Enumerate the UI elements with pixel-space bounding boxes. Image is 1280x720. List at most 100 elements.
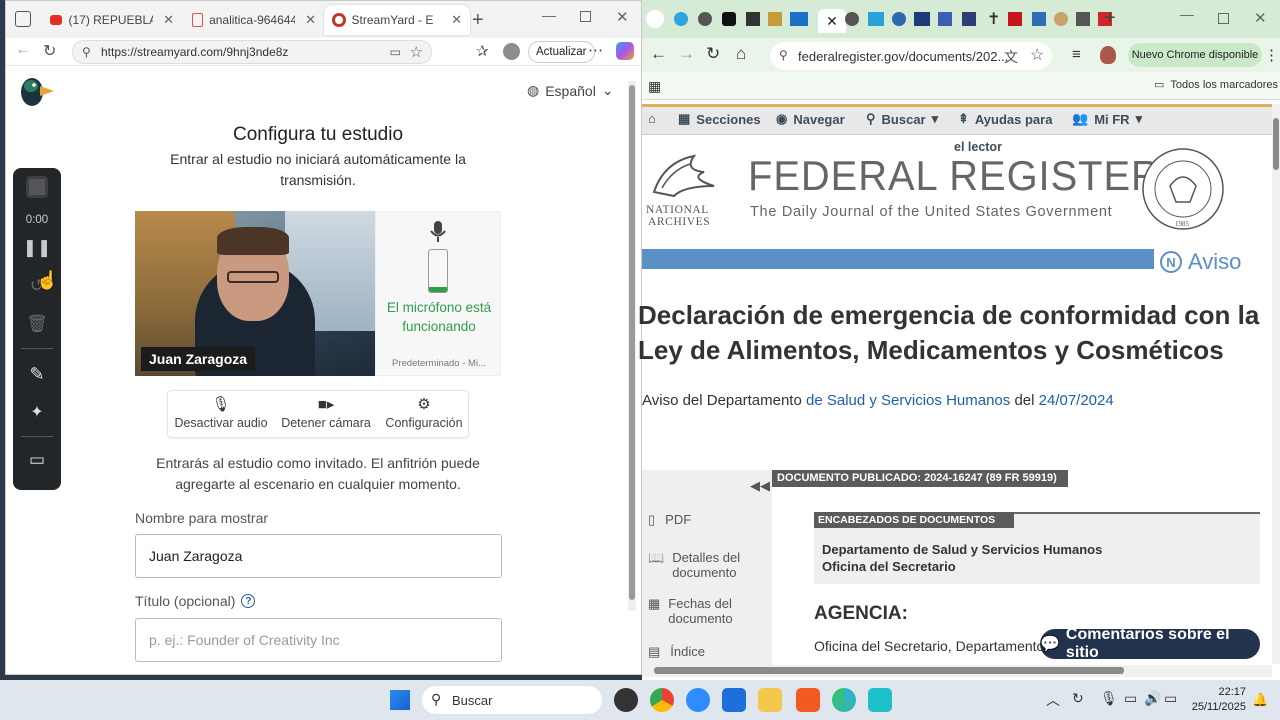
copilot-icon[interactable] — [616, 42, 634, 60]
update-button[interactable]: Actualizar — [528, 41, 595, 63]
cast-icon[interactable]: ▭ — [390, 45, 401, 59]
feedback-button[interactable]: 💬 Comentarios sobre el sitio — [1040, 626, 1260, 661]
microphone-icon[interactable]: 🎙 — [1100, 690, 1118, 707]
tab-icon[interactable] — [938, 12, 952, 26]
back-icon[interactable]: ← — [15, 41, 31, 59]
star-icon[interactable]: ☆ — [1030, 45, 1044, 65]
tab-icon[interactable] — [914, 12, 930, 26]
reload-icon[interactable]: ↻ — [43, 41, 56, 61]
tab-favicon-icon[interactable] — [646, 10, 664, 28]
close-icon[interactable]: ✕ — [305, 12, 316, 28]
pen-icon[interactable]: ✎ — [13, 364, 61, 385]
apps-grid-icon[interactable]: ▦ — [648, 78, 661, 95]
window-close-icon[interactable]: ✕ — [1254, 9, 1267, 27]
notification-bell-icon[interactable]: 🔔 — [1252, 692, 1268, 708]
tab-icon[interactable] — [790, 12, 808, 26]
tab-icon[interactable] — [1076, 12, 1090, 26]
close-icon[interactable]: ✕ — [451, 12, 462, 28]
tab-icon[interactable] — [1054, 12, 1068, 26]
help-icon[interactable]: ? — [241, 594, 256, 608]
home-icon[interactable]: ⌂ — [736, 44, 746, 64]
nav-navegar[interactable]: ◉ Navegar — [776, 111, 845, 127]
settings-button[interactable]: ⚙ Configuración — [382, 394, 466, 430]
mute-button[interactable]: 🎙 Desactivar audio — [174, 394, 268, 430]
new-tab-icon[interactable]: + — [472, 9, 484, 32]
tab-icon[interactable] — [768, 12, 782, 26]
all-bookmarks[interactable]: ▭ Todos los marcadores — [1154, 78, 1278, 92]
tab-icon[interactable] — [746, 12, 760, 26]
language-selector[interactable]: ◍ Español ⌄ — [527, 82, 614, 99]
home-icon[interactable]: ⌂ — [648, 111, 656, 126]
windows-start-icon[interactable] — [390, 690, 410, 710]
display-name-input[interactable]: Juan Zaragoza — [135, 534, 502, 578]
star-icon[interactable]: ☆ — [410, 43, 423, 61]
tab-actions-icon[interactable] — [15, 11, 31, 27]
tab-icon[interactable] — [892, 12, 906, 26]
chevron-up-icon[interactable]: ︿ — [1046, 690, 1060, 710]
trash-icon[interactable]: 🗑 — [13, 314, 61, 334]
nav-secciones[interactable]: ▦ Secciones — [678, 111, 761, 127]
stop-camera-button[interactable]: ■▸ Detener cámara — [280, 394, 372, 430]
minimize-icon[interactable]: — — [1180, 6, 1194, 22]
telegram-icon[interactable] — [674, 12, 688, 26]
sidebar-pdf[interactable]: ▯ PDF — [648, 512, 691, 528]
taskbar-search[interactable]: ⚲ Buscar — [422, 686, 602, 714]
tab-icon[interactable] — [1032, 12, 1046, 26]
vertical-scrollbar[interactable] — [1272, 104, 1280, 664]
close-icon[interactable]: ✕ — [163, 12, 174, 28]
clock-time[interactable]: 22:17 — [1196, 686, 1246, 698]
network-icon[interactable]: ▭ — [1124, 690, 1137, 707]
chrome-icon[interactable] — [650, 688, 674, 712]
minimize-icon[interactable]: — — [542, 7, 556, 23]
volume-icon[interactable]: 🔊 — [1144, 690, 1161, 707]
favorites-icon[interactable]: ✰ — [476, 42, 489, 60]
title-input[interactable]: p. ej.: Founder of Creativity Inc — [135, 618, 502, 662]
sidebar-index[interactable]: ▤ Índice — [648, 644, 705, 660]
agency-link[interactable]: de Salud y Servicios Humanos — [806, 392, 1010, 409]
media-icon[interactable]: ≡ — [1072, 46, 1081, 63]
date-link[interactable]: 24/07/2024 — [1039, 392, 1114, 409]
window-close-icon[interactable]: ✕ — [616, 8, 629, 26]
new-chrome-button[interactable]: Nuevo Chrome disponible — [1128, 43, 1262, 67]
app-icon[interactable] — [868, 688, 892, 712]
more-icon[interactable]: ⋯ — [588, 41, 603, 59]
tab-streamyard[interactable]: StreamYard - E ✕ — [324, 5, 470, 35]
confetti-icon[interactable]: ✦ — [13, 402, 61, 422]
reload-icon[interactable]: ↻ — [706, 44, 720, 64]
page-scrollbar[interactable] — [628, 81, 636, 611]
nav-ayudas[interactable]: ⇞ Ayudas para — [958, 111, 1052, 127]
more-icon[interactable]: ⋮ — [1264, 46, 1279, 64]
scrollbar-thumb[interactable] — [629, 85, 635, 600]
forward-icon[interactable]: → — [678, 44, 695, 64]
brave-icon[interactable] — [796, 688, 820, 712]
edge-icon[interactable] — [832, 688, 856, 712]
clock-date[interactable]: 25/11/2025 — [1180, 701, 1246, 713]
stop-record-icon[interactable] — [13, 176, 61, 203]
profile-avatar[interactable] — [503, 43, 520, 60]
tab-icon[interactable] — [698, 12, 712, 26]
profile-avatar[interactable] — [1100, 46, 1116, 64]
tab-analitica[interactable]: analitica-96464466( ✕ — [184, 5, 324, 35]
site-info-icon[interactable]: ⚲ — [82, 45, 91, 59]
settings-app-icon[interactable] — [722, 688, 746, 712]
translate-icon[interactable]: 文 — [1004, 47, 1018, 67]
file-explorer-icon[interactable] — [758, 688, 782, 712]
url-field[interactable]: ⚲ https://streamyard.com/9hnj3nde8z ▭ ☆ — [72, 40, 432, 64]
battery-icon[interactable]: ▭ — [1164, 690, 1177, 707]
back-icon[interactable]: ← — [650, 44, 667, 64]
scrollbar-thumb[interactable] — [654, 667, 1124, 674]
site-info-icon[interactable]: ⚲ — [779, 48, 788, 62]
close-icon[interactable]: ✕ — [818, 9, 846, 33]
tab-icon[interactable] — [962, 12, 976, 26]
maximize-icon[interactable] — [580, 11, 591, 22]
tab-icon[interactable] — [868, 12, 884, 26]
maximize-icon[interactable] — [1218, 13, 1229, 24]
nav-buscar[interactable]: ⚲ Buscar ▾ — [866, 111, 938, 127]
camera-toggle-icon[interactable]: ▭ — [13, 450, 61, 470]
sidebar-details[interactable]: 📖 Detalles del documento — [648, 550, 768, 580]
collapse-icon[interactable]: ◀◀ — [750, 478, 770, 494]
sync-icon[interactable]: ↻ — [1072, 690, 1084, 707]
pause-icon[interactable]: ❚❚ — [13, 238, 61, 258]
new-tab-icon[interactable]: + — [1104, 7, 1116, 30]
sidebar-dates[interactable]: ▦ Fechas del documento — [648, 596, 768, 626]
